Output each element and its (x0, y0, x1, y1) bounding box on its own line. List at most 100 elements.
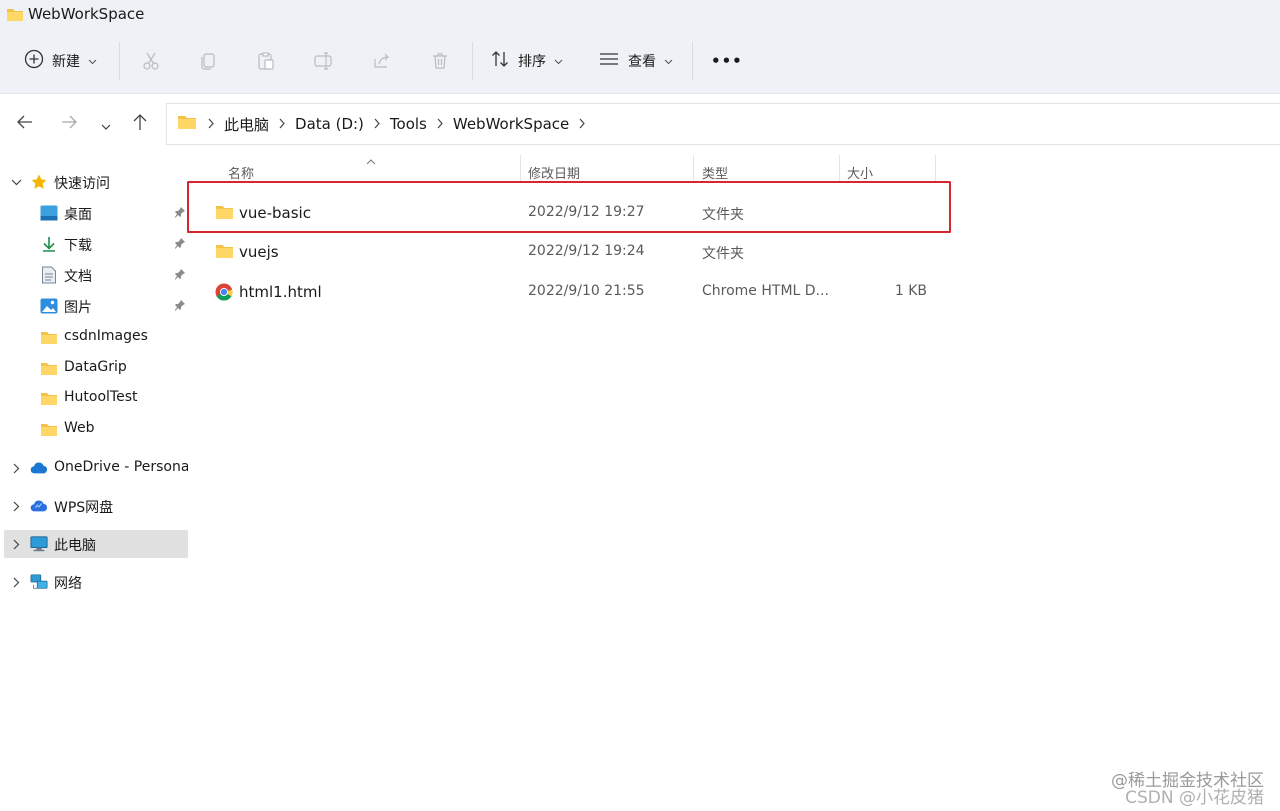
star-icon (30, 173, 48, 191)
sidebar-item-datagrip[interactable]: DataGrip (4, 354, 188, 382)
chevron-right-icon[interactable] (10, 537, 22, 551)
breadcrumb-webworkspace[interactable]: WebWorkSpace (446, 115, 576, 133)
sidebar-item-quick-access[interactable]: 快速访问 (4, 168, 188, 196)
chevron-right-icon (371, 115, 383, 133)
sidebar-item-hutooltest[interactable]: HutoolTest (4, 384, 188, 412)
navigation-pane: 快速访问 桌面 下载 文档 图片 csdnImages DataGrip Hut… (0, 160, 190, 811)
folder-icon (40, 359, 58, 377)
pin-icon (174, 299, 186, 315)
command-bar: 新建 排序 查看 ••• (0, 30, 1280, 94)
column-divider[interactable] (693, 155, 694, 183)
onedrive-cloud-icon (30, 459, 48, 477)
sidebar-item-network[interactable]: 网络 (4, 568, 188, 596)
arrow-up-icon (132, 113, 148, 135)
sidebar-item-label: csdnImages (64, 328, 148, 344)
folder-icon (40, 420, 58, 438)
sidebar-item-downloads[interactable]: 下载 (4, 230, 188, 258)
more-options-label: ••• (711, 52, 743, 70)
sidebar-item-onedrive[interactable]: OneDrive - Persona (4, 454, 188, 482)
new-button[interactable]: 新建 (24, 44, 97, 78)
file-name: html1.html (239, 283, 322, 301)
chevron-right-icon (576, 115, 588, 133)
view-button[interactable]: 查看 (598, 44, 673, 78)
toolbar-divider (692, 42, 693, 80)
computer-icon (30, 535, 48, 553)
network-icon (30, 573, 48, 591)
toolbar-divider (119, 42, 120, 80)
download-icon (40, 235, 58, 253)
sort-button[interactable]: 排序 (490, 44, 563, 78)
column-header-label: 名称 (228, 167, 255, 182)
sidebar-item-label: WPS网盘 (54, 500, 114, 516)
chrome-icon (215, 283, 235, 301)
sidebar-item-pictures[interactable]: 图片 (4, 292, 188, 320)
sidebar-item-csdnimages[interactable]: csdnImages (4, 323, 188, 351)
paste-icon[interactable] (253, 48, 279, 74)
sort-icon (490, 49, 510, 73)
chevron-right-icon (434, 115, 446, 133)
chevron-right-icon[interactable] (10, 461, 22, 475)
cut-icon[interactable] (138, 48, 164, 74)
sidebar-item-label: 下载 (64, 238, 92, 254)
chevron-right-icon[interactable] (10, 575, 22, 589)
file-row[interactable]: vuejs 2022/9/12 19:24 文件夹 (200, 234, 940, 270)
breadcrumb-this-pc[interactable]: 此电脑 (217, 114, 276, 135)
recent-locations-button[interactable] (92, 110, 120, 138)
folder-icon (6, 7, 24, 26)
arrow-right-icon (60, 114, 78, 134)
column-divider[interactable] (520, 155, 521, 183)
watermark-csdn: CSDN @小花皮猪 (1125, 788, 1264, 808)
folder-icon (40, 389, 58, 407)
sidebar-item-label: Web (64, 420, 95, 436)
file-type: Chrome HTML D... (702, 283, 829, 299)
folder-icon (177, 114, 197, 134)
file-type: 文件夹 (702, 246, 744, 262)
chevron-right-icon[interactable] (10, 499, 22, 513)
sidebar-item-desktop[interactable]: 桌面 (4, 199, 188, 227)
view-list-icon (598, 49, 620, 73)
desktop-icon (40, 204, 58, 222)
pin-icon (174, 206, 186, 222)
folder-icon (40, 328, 58, 346)
new-button-label: 新建 (52, 54, 80, 70)
title-bar: WebWorkSpace (0, 0, 1280, 30)
address-bar[interactable]: 此电脑 Data (D:) Tools WebWorkSpace (166, 103, 1280, 145)
rename-icon[interactable] (311, 48, 337, 74)
breadcrumb-data-drive[interactable]: Data (D:) (288, 115, 371, 133)
share-icon[interactable] (369, 48, 395, 74)
sidebar-item-label: 网络 (54, 576, 82, 592)
sidebar-item-this-pc[interactable]: 此电脑 (4, 530, 188, 558)
breadcrumb-tools[interactable]: Tools (383, 115, 434, 133)
chevron-down-icon (664, 53, 673, 69)
more-options-button[interactable]: ••• (711, 44, 743, 78)
sidebar-item-label: OneDrive - Persona (54, 459, 188, 475)
chevron-down-icon (554, 53, 563, 69)
toolbar-divider (472, 42, 473, 80)
sidebar-item-label: 文档 (64, 269, 92, 285)
sort-button-label: 排序 (518, 54, 546, 70)
column-divider[interactable] (935, 155, 936, 183)
file-row[interactable]: html1.html 2022/9/10 21:55 Chrome HTML D… (200, 274, 940, 310)
view-button-label: 查看 (628, 54, 656, 70)
column-divider[interactable] (839, 155, 840, 183)
sidebar-item-label: 桌面 (64, 207, 92, 223)
document-icon (40, 266, 58, 284)
column-header-label: 修改日期 (528, 167, 581, 182)
back-button[interactable] (11, 110, 39, 138)
sidebar-item-documents[interactable]: 文档 (4, 261, 188, 289)
sidebar-item-label: DataGrip (64, 359, 127, 375)
sidebar-item-wps-drive[interactable]: WPS网盘 (4, 492, 188, 520)
up-button[interactable] (126, 110, 154, 138)
sidebar-item-web[interactable]: Web (4, 415, 188, 443)
arrow-left-icon (16, 114, 34, 134)
forward-button[interactable] (55, 110, 83, 138)
chevron-down-icon[interactable] (10, 175, 22, 189)
file-modified: 2022/9/10 21:55 (528, 283, 645, 299)
highlight-box (187, 181, 951, 233)
sidebar-item-label: 此电脑 (54, 538, 96, 554)
copy-icon[interactable] (195, 48, 221, 74)
file-modified: 2022/9/12 19:24 (528, 243, 645, 259)
column-header-label: 类型 (702, 167, 729, 182)
sidebar-item-label: HutoolTest (64, 389, 138, 405)
delete-icon[interactable] (427, 48, 453, 74)
